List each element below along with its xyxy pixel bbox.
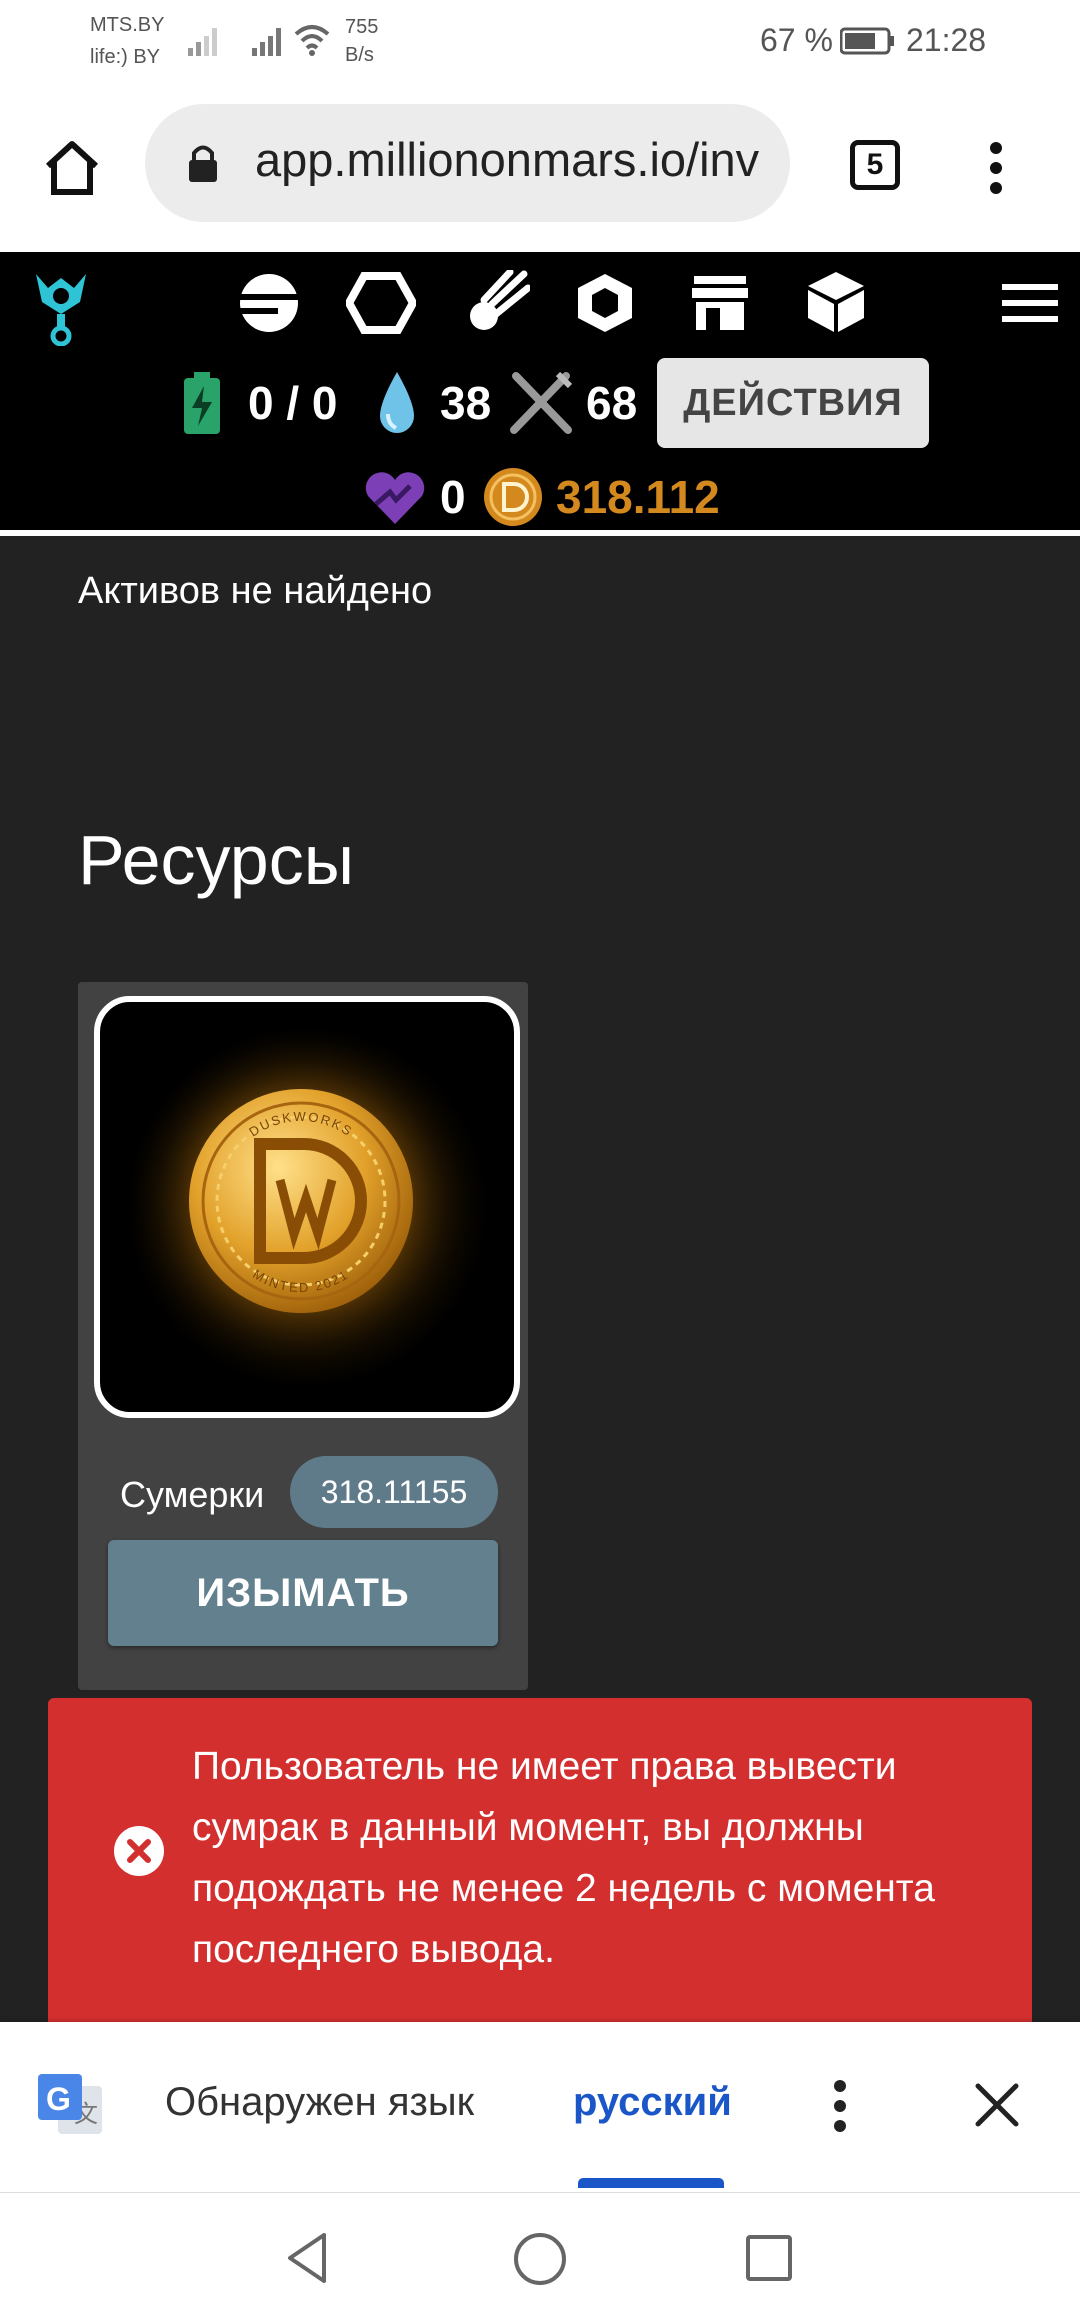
language-tab-russian[interactable]: русский xyxy=(573,2080,732,2125)
error-icon xyxy=(114,1826,164,1876)
error-message: Пользователь не имеет права вывести сумр… xyxy=(192,1745,935,1971)
dusk-coin-image: DUSKWORKS MINTED 2021 xyxy=(94,996,520,1418)
header-divider xyxy=(0,530,1080,536)
store-icon[interactable] xyxy=(690,274,750,332)
status-bar: MTS.BY life:) BY 755 B/s 67 % 21:28 xyxy=(0,0,1080,86)
no-assets-message: Активов не найдено xyxy=(78,570,433,612)
energy-value: 0 / 0 xyxy=(248,377,338,429)
home-icon[interactable] xyxy=(42,138,102,198)
url-text: app.milliononmars.io/inv xyxy=(255,133,760,186)
translate-menu-icon[interactable] xyxy=(830,2078,850,2134)
tabs-button[interactable]: 5 xyxy=(850,140,900,190)
recents-icon[interactable] xyxy=(744,2233,794,2283)
browser-toolbar: app.milliononmars.io/inv 5 xyxy=(0,86,1080,252)
app-logo-icon[interactable] xyxy=(30,268,92,346)
browser-menu-icon[interactable] xyxy=(986,140,1006,196)
carrier-2: life:) BY xyxy=(90,46,161,68)
actions-button[interactable]: ДЕЙСТВИЯ xyxy=(657,358,929,448)
signal-icon xyxy=(188,28,217,56)
water-drop-icon xyxy=(380,372,414,433)
svg-text:G: G xyxy=(46,2081,71,2117)
svg-text:MINTED 2021: MINTED 2021 xyxy=(250,1266,351,1295)
close-icon[interactable] xyxy=(974,2082,1020,2128)
back-icon[interactable] xyxy=(284,2231,330,2285)
module-icon[interactable] xyxy=(572,270,638,336)
net-speed-unit: B/s xyxy=(345,44,374,66)
net-speed-value: 755 xyxy=(345,16,379,38)
svg-text:DUSKWORKS: DUSKWORKS xyxy=(246,1109,356,1140)
home-nav-icon[interactable] xyxy=(512,2231,568,2287)
withdraw-button[interactable]: ИЗЫМАТЬ xyxy=(108,1540,498,1646)
app-header: 0 / 0 38 68 ДЕЙСТВИЯ 0 318.112 xyxy=(0,252,1080,530)
hamburger-menu-icon[interactable] xyxy=(1002,282,1058,324)
error-toast[interactable]: Пользователь не имеет права вывести сумр… xyxy=(48,1698,1032,2028)
dusk-coin-icon xyxy=(484,468,542,526)
planet-icon[interactable] xyxy=(238,272,300,334)
signal-icon-2 xyxy=(252,28,281,56)
fork-knife-icon xyxy=(510,371,573,434)
carrier-1: MTS.BY xyxy=(90,14,165,36)
coin-ring-top: DUSKWORKS xyxy=(246,1109,354,1140)
health-value: 0 xyxy=(440,471,466,523)
address-bar[interactable]: app.milliononmars.io/inv xyxy=(145,104,790,222)
system-nav-bar xyxy=(0,2192,1080,2313)
translate-bar: 文 G Обнаружен язык русский xyxy=(0,2022,1080,2192)
hexagon-icon[interactable] xyxy=(346,272,416,334)
coin-ring-text: DUSKWORKS MINTED 2021 xyxy=(246,1109,356,1295)
google-translate-icon[interactable]: 文 G xyxy=(36,2070,106,2140)
language-tab-indicator xyxy=(578,2178,724,2188)
dusk-balance: 318.112 xyxy=(556,471,720,523)
heart-icon xyxy=(365,472,425,524)
battery-icon xyxy=(840,27,894,55)
food-value: 68 xyxy=(586,377,638,429)
wifi-icon xyxy=(294,25,330,56)
resource-card: DUSKWORKS MINTED 2021 Сумерки 318.11155 … xyxy=(78,982,528,1690)
coin-ring-bottom: MINTED 2021 xyxy=(250,1266,349,1295)
box-icon[interactable] xyxy=(806,270,866,334)
resource-amount-badge: 318.11155 xyxy=(290,1456,498,1528)
battery-energy-icon xyxy=(184,372,220,434)
resource-name: Сумерки xyxy=(120,1474,265,1515)
water-value: 38 xyxy=(440,377,492,429)
resources-heading: Ресурсы xyxy=(78,821,355,899)
comet-icon[interactable] xyxy=(464,270,530,336)
battery-percent: 67 % xyxy=(760,22,833,58)
clock: 21:28 xyxy=(906,22,987,58)
detected-language-label[interactable]: Обнаружен язык xyxy=(165,2080,474,2125)
lock-icon xyxy=(189,145,217,182)
